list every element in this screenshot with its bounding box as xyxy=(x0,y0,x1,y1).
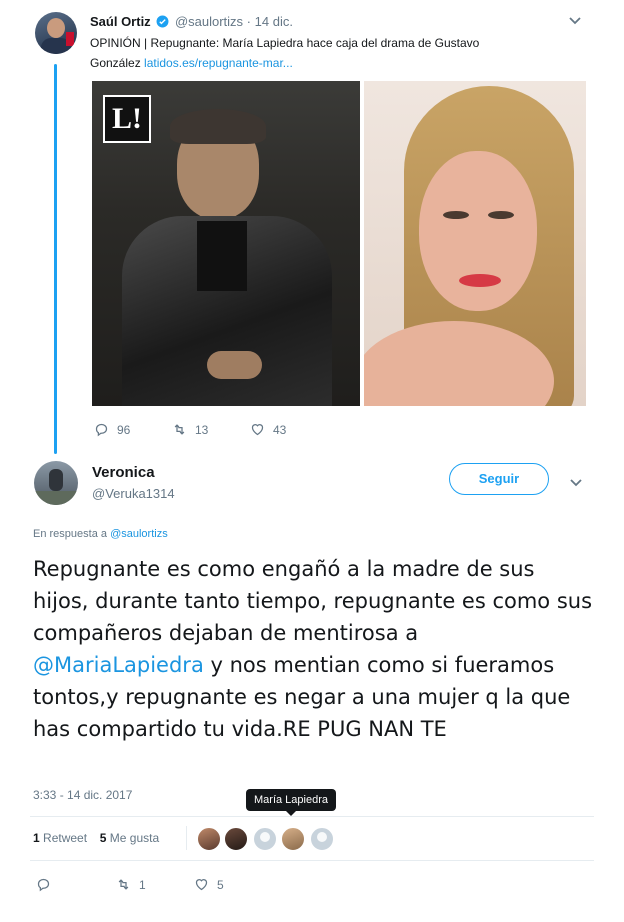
follow-button-label: Seguir xyxy=(478,471,520,486)
tweet-author-handle[interactable]: @Veruka1314 xyxy=(92,486,175,501)
retweet-icon xyxy=(174,424,185,435)
article-link[interactable]: latidos.es/repugnante-mar... xyxy=(144,56,293,70)
retweet-action[interactable]: 13 xyxy=(172,422,208,437)
chevron-down-icon[interactable] xyxy=(569,478,583,488)
tweet-text: Repugnante es como engañó a la madre de … xyxy=(33,553,593,745)
verified-icon xyxy=(156,15,169,31)
reply-icon xyxy=(37,878,50,892)
heart-icon xyxy=(251,424,264,436)
avatar-veronica[interactable] xyxy=(34,461,78,505)
reply-context: En respuesta a @saulortizs xyxy=(33,528,168,540)
reply-prefix: En respuesta a xyxy=(33,528,107,540)
like-stat-count: 5 xyxy=(99,831,107,845)
media-logo: L! xyxy=(103,95,151,143)
like-count: 43 xyxy=(273,422,287,437)
tweet-retweet-action[interactable]: 1 xyxy=(116,877,146,892)
media-image-right[interactable] xyxy=(364,81,586,406)
author-name[interactable]: Saúl Ortiz xyxy=(90,14,151,29)
like-stat-label: Me gusta xyxy=(109,831,160,845)
retweet-header: Saúl Ortiz @saulortizs · 14 dic. xyxy=(90,14,293,31)
tweet-like-action[interactable]: 5 xyxy=(194,877,224,892)
tweet-stats: 1 Retweet 5 Me gusta xyxy=(33,831,159,845)
stats-separator xyxy=(186,826,187,850)
tweet-time[interactable]: 14 dic. xyxy=(255,14,293,29)
tweet-retweet-count: 1 xyxy=(139,877,146,892)
reply-to-link[interactable]: @saulortizs xyxy=(110,528,168,540)
liker-avatar-4[interactable] xyxy=(280,826,306,852)
tweet-timestamp[interactable]: 3:33 - 14 dic. 2017 xyxy=(33,788,132,802)
chevron-down-icon[interactable] xyxy=(568,16,582,26)
reply-icon xyxy=(95,423,108,437)
reply-action[interactable]: 96 xyxy=(94,422,130,437)
retweet-text: OPINIÓN | Repugnante: María Lapiedra hac… xyxy=(90,33,590,73)
liker-tooltip: María Lapiedra xyxy=(246,789,336,816)
tweet-text-part1: Repugnante es como engañó a la madre de … xyxy=(33,557,593,645)
retweet-stat-label: Retweet xyxy=(43,831,88,845)
heart-icon xyxy=(195,879,208,891)
tweet-like-count: 5 xyxy=(217,877,224,892)
liker-avatar-5[interactable] xyxy=(309,826,335,852)
tweet-author-name[interactable]: Veronica xyxy=(92,464,155,481)
author-handle[interactable]: @saulortizs xyxy=(175,14,243,29)
retweet-stat[interactable]: 1 Retweet xyxy=(33,831,87,845)
liker-avatar-2[interactable] xyxy=(223,826,249,852)
dot-separator: · xyxy=(246,14,252,29)
retweet-icon xyxy=(118,879,129,890)
retweet-stat-count: 1 xyxy=(33,831,40,845)
like-stat[interactable]: 5 Me gusta xyxy=(100,831,159,845)
liker-avatar-1[interactable] xyxy=(196,826,222,852)
divider-bottom xyxy=(30,860,594,861)
thread-line xyxy=(54,64,57,454)
divider-top xyxy=(30,816,594,817)
media-image-left[interactable]: L! xyxy=(92,81,360,406)
like-action[interactable]: 43 xyxy=(250,422,286,437)
follow-button[interactable]: Seguir xyxy=(449,463,549,495)
retweet-text-line2: González xyxy=(90,56,141,70)
retweet-text-line1: OPINIÓN | Repugnante: María Lapiedra hac… xyxy=(90,36,480,50)
tweet-reply-action[interactable] xyxy=(36,877,51,892)
retweet-count: 13 xyxy=(195,422,209,437)
liker-avatar-3[interactable] xyxy=(252,826,278,852)
mention-link[interactable]: @MariaLapiedra xyxy=(33,653,204,677)
avatar-saul[interactable] xyxy=(35,12,77,54)
reply-count: 96 xyxy=(117,422,131,437)
